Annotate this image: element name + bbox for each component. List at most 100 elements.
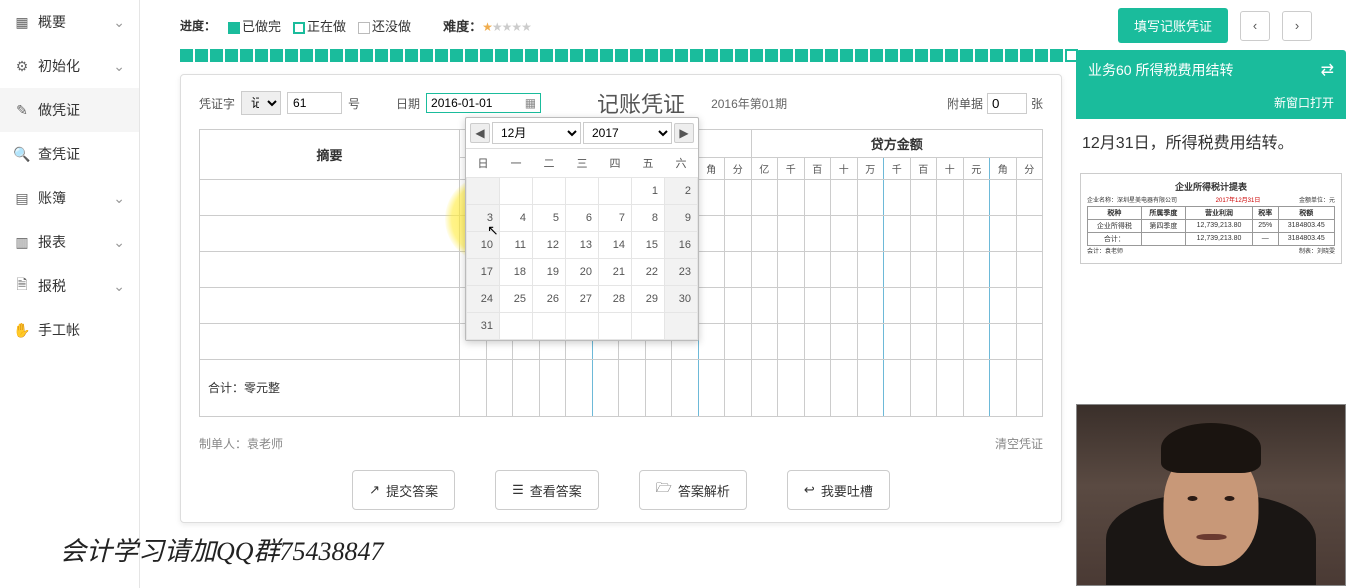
new-window-button[interactable]: 新窗口打开 (1076, 90, 1346, 119)
swap-icon[interactable]: ⇄ (1321, 60, 1334, 80)
nav-make-voucher[interactable]: ✎做凭证 (0, 88, 139, 132)
view-answer-button[interactable]: ☰查看答案 (495, 470, 599, 510)
progress-block[interactable] (600, 49, 613, 62)
progress-block[interactable] (660, 49, 673, 62)
amount-cell[interactable] (884, 180, 911, 216)
progress-block[interactable] (795, 49, 808, 62)
calendar-day[interactable]: 4 (500, 205, 533, 232)
progress-block[interactable] (285, 49, 298, 62)
calendar-day[interactable]: 18 (500, 259, 533, 286)
progress-block[interactable] (1005, 49, 1018, 62)
amount-cell[interactable] (831, 324, 858, 360)
progress-block[interactable] (1035, 49, 1048, 62)
amount-cell[interactable] (963, 288, 990, 324)
answer-analysis-button[interactable]: 🗁答案解析 (639, 470, 747, 510)
summary-cell[interactable] (200, 180, 460, 216)
progress-block[interactable] (315, 49, 328, 62)
nav-ledger[interactable]: ▤账簿 ⌄ (0, 176, 139, 220)
progress-block[interactable] (180, 49, 193, 62)
calendar-day[interactable]: 31 (467, 313, 500, 340)
progress-block[interactable] (840, 49, 853, 62)
amount-cell[interactable] (1016, 288, 1043, 324)
nav-tax[interactable]: 🗎报税 ⌄ (0, 264, 139, 308)
nav-search-voucher[interactable]: 🔍查凭证 (0, 132, 139, 176)
calendar-day[interactable]: 13 (566, 232, 599, 259)
calendar-day[interactable]: 2 (665, 178, 698, 205)
amount-cell[interactable] (698, 324, 725, 360)
progress-block[interactable] (450, 49, 463, 62)
clear-voucher-button[interactable]: 清空凭证 (995, 435, 1043, 452)
progress-block[interactable] (330, 49, 343, 62)
progress-block[interactable] (900, 49, 913, 62)
cal-year-select[interactable]: 2017 (583, 122, 672, 144)
progress-block[interactable] (885, 49, 898, 62)
submit-answer-button[interactable]: ↗提交答案 (352, 470, 455, 510)
progress-block[interactable] (360, 49, 373, 62)
progress-block[interactable] (570, 49, 583, 62)
progress-block[interactable] (990, 49, 1003, 62)
amount-cell[interactable] (698, 252, 725, 288)
amount-cell[interactable] (937, 324, 964, 360)
amount-cell[interactable] (778, 216, 805, 252)
amount-cell[interactable] (751, 252, 778, 288)
nav-report[interactable]: ▥报表 ⌄ (0, 220, 139, 264)
amount-cell[interactable] (751, 288, 778, 324)
progress-block[interactable] (255, 49, 268, 62)
amount-cell[interactable] (698, 216, 725, 252)
summary-cell[interactable] (200, 324, 460, 360)
progress-block[interactable] (495, 49, 508, 62)
progress-block[interactable] (720, 49, 733, 62)
fill-voucher-button[interactable]: 填写记账凭证 (1118, 8, 1228, 43)
amount-cell[interactable] (831, 288, 858, 324)
amount-cell[interactable] (857, 216, 884, 252)
calendar-day[interactable]: 3 (467, 205, 500, 232)
progress-block[interactable] (525, 49, 538, 62)
amount-cell[interactable] (1016, 324, 1043, 360)
progress-block[interactable] (960, 49, 973, 62)
progress-block[interactable] (870, 49, 883, 62)
progress-block[interactable] (435, 49, 448, 62)
amount-cell[interactable] (990, 216, 1017, 252)
amount-cell[interactable] (990, 180, 1017, 216)
progress-block[interactable] (240, 49, 253, 62)
progress-block[interactable] (735, 49, 748, 62)
cal-prev-button[interactable]: ◀ (470, 123, 490, 143)
progress-block[interactable] (375, 49, 388, 62)
calendar-day[interactable]: 14 (599, 232, 632, 259)
cal-next-button[interactable]: ▶ (674, 123, 694, 143)
amount-cell[interactable] (751, 180, 778, 216)
amount-cell[interactable] (1016, 180, 1043, 216)
progress-block[interactable] (465, 49, 478, 62)
calendar-day[interactable]: 17 (467, 259, 500, 286)
amount-cell[interactable] (963, 324, 990, 360)
amount-cell[interactable] (990, 252, 1017, 288)
prev-button[interactable]: ‹ (1240, 11, 1270, 41)
calendar-day[interactable]: 6 (566, 205, 599, 232)
progress-block[interactable] (930, 49, 943, 62)
progress-block[interactable] (630, 49, 643, 62)
progress-block[interactable] (270, 49, 283, 62)
calendar-day[interactable]: 20 (566, 259, 599, 286)
progress-block[interactable] (195, 49, 208, 62)
date-input[interactable]: ▦ (426, 93, 541, 113)
progress-block[interactable] (1020, 49, 1033, 62)
calendar-day[interactable]: 1 (632, 178, 665, 205)
progress-block[interactable] (855, 49, 868, 62)
progress-block[interactable] (480, 49, 493, 62)
amount-cell[interactable] (698, 288, 725, 324)
summary-cell[interactable] (200, 288, 460, 324)
amount-cell[interactable] (1016, 216, 1043, 252)
progress-block[interactable] (765, 49, 778, 62)
progress-block[interactable] (975, 49, 988, 62)
calendar-day[interactable]: 23 (665, 259, 698, 286)
amount-cell[interactable] (963, 216, 990, 252)
progress-block[interactable] (705, 49, 718, 62)
attach-input[interactable] (987, 93, 1027, 114)
progress-block[interactable] (780, 49, 793, 62)
calendar-day[interactable]: 22 (632, 259, 665, 286)
nav-manual[interactable]: ✋手工帐 (0, 308, 139, 352)
amount-cell[interactable] (937, 216, 964, 252)
calendar-day[interactable]: 8 (632, 205, 665, 232)
calendar-day[interactable]: 25 (500, 286, 533, 313)
amount-cell[interactable] (778, 324, 805, 360)
